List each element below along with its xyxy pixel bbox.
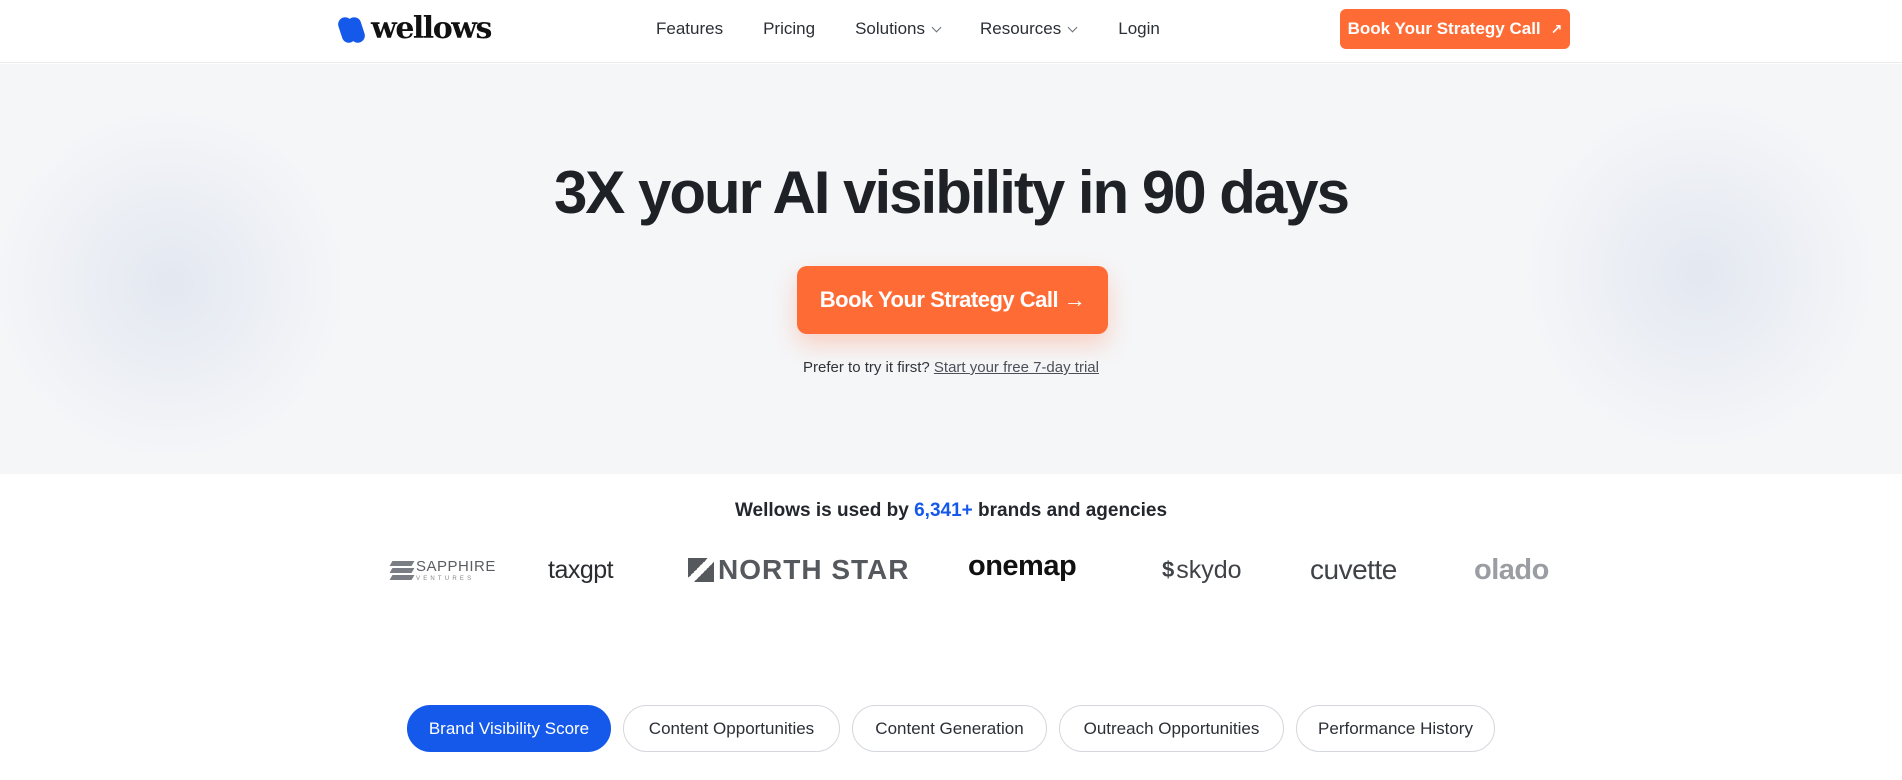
skydo-mark-icon: $ [1162, 557, 1175, 582]
tab-content-opportunities[interactable]: Content Opportunities [623, 705, 840, 752]
logo-text: VENTURES [416, 575, 475, 582]
trust-prefix: Wellows is used by [734, 500, 909, 521]
nav-link-label: Solutions [855, 19, 925, 38]
hero-title: 3X your AI visibility in 90 days [553, 159, 1350, 226]
skydo-logo: $ skydo [1162, 548, 1242, 592]
cuvette-logo: cuvette [1310, 554, 1397, 585]
brand-count: 6,341+ [914, 500, 973, 521]
sapphire-mark-icon [389, 559, 415, 581]
nav-link-label: Pricing [763, 19, 816, 38]
nav-link-solutions[interactable]: Solutions [855, 19, 942, 39]
nav-link-label: Features [656, 19, 724, 38]
nav-links: Features Pricing Solutions Resources Log… [656, 19, 1160, 39]
customer-logos: SAPPHIRE VENTURES taxgpt NORTH STAR onem… [0, 548, 1902, 592]
taxgpt-logo: taxgpt [548, 555, 614, 584]
north-star-mark-icon [688, 558, 714, 582]
north-star-logo: NORTH STAR [688, 548, 909, 592]
top-navigation: wellows Features Pricing Solutions Resou… [0, 0, 1902, 63]
background-glow [1520, 94, 1880, 454]
nav-link-pricing[interactable]: Pricing [763, 19, 815, 39]
sapphire-ventures-logo: SAPPHIRE VENTURES [389, 548, 496, 592]
olado-logo: olado [1474, 553, 1549, 586]
nav-link-label: Login [1118, 19, 1160, 38]
tab-brand-visibility-score[interactable]: Brand Visibility Score [407, 705, 611, 752]
logo-text: NORTH STAR [718, 554, 910, 585]
feature-tabs: Brand Visibility Score Content Opportuni… [407, 705, 1495, 752]
wellows-logo[interactable]: wellows [336, 11, 492, 46]
nav-link-features[interactable]: Features [656, 19, 723, 39]
logo-text: SAPPHIRE [416, 557, 496, 575]
tab-content-generation[interactable]: Content Generation [852, 705, 1047, 752]
trust-statement: Wellows is used by 6,341+ brands and age… [0, 500, 1902, 522]
chevron-down-icon [931, 22, 942, 32]
nav-link-login[interactable]: Login [1118, 19, 1160, 39]
tab-performance-history[interactable]: Performance History [1296, 705, 1495, 752]
free-trial-link[interactable]: Start your free 7-day trial [934, 359, 1099, 376]
hero-section: 3X your AI visibility in 90 days Book Yo… [0, 64, 1902, 474]
chevron-down-icon [1067, 22, 1078, 32]
trust-suffix: brands and agencies [978, 500, 1168, 521]
hero-book-strategy-call-button[interactable]: Book Your Strategy Call → [797, 266, 1108, 334]
trial-prompt: Prefer to try it first? [803, 359, 930, 376]
onemap-logo: onemap [968, 549, 1077, 582]
wellows-logo-mark-icon [336, 14, 367, 45]
logo-text: wellows [371, 11, 492, 46]
nav-link-label: Resources [980, 19, 1062, 38]
arrow-up-right-icon: ↗ [1550, 20, 1563, 37]
tab-outreach-opportunities[interactable]: Outreach Opportunities [1059, 705, 1284, 752]
logo-text: skydo [1176, 555, 1242, 584]
cta-label: Book Your Strategy Call [1347, 19, 1541, 38]
hero-subtext: Prefer to try it first? Start your free … [0, 359, 1902, 376]
book-strategy-call-button[interactable]: Book Your Strategy Call ↗ [1340, 9, 1570, 49]
nav-link-resources[interactable]: Resources [980, 19, 1078, 39]
